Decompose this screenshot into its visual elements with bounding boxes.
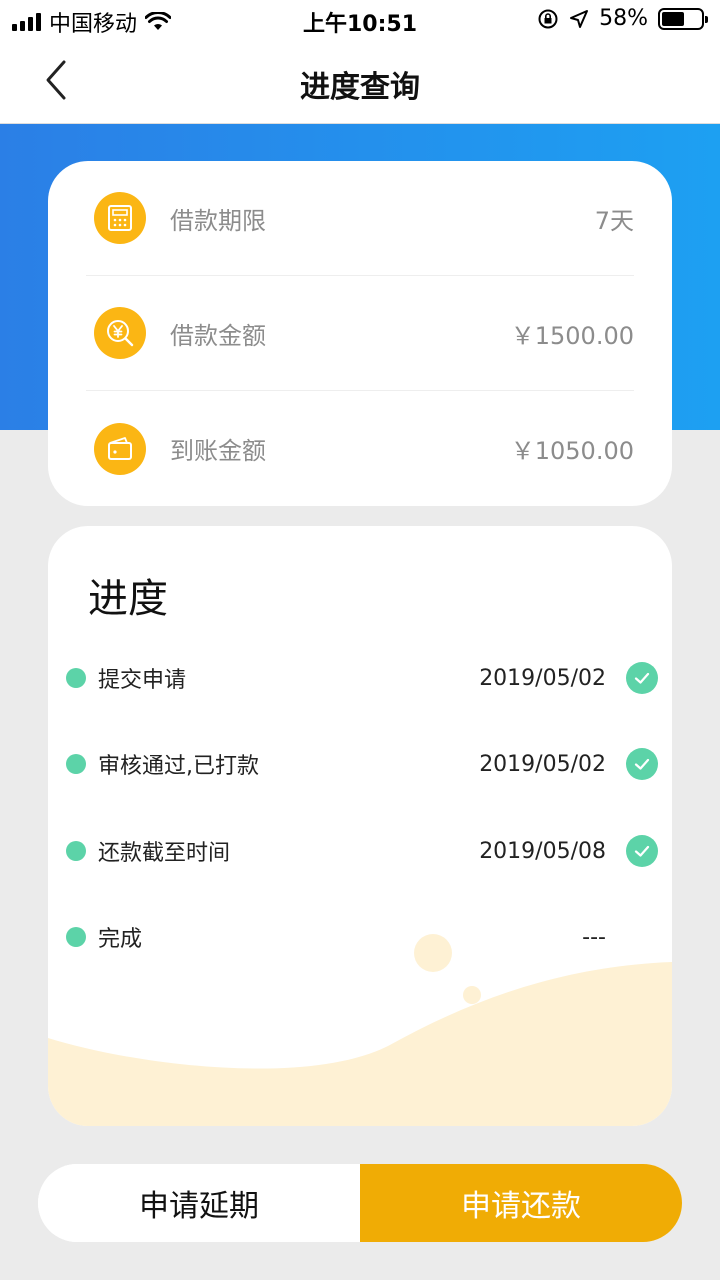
received-amount-value: ￥1050.00 [510, 437, 634, 465]
battery-percent: 58% [599, 6, 648, 31]
loan-info-card: 借款期限 7天 借款金额 ￥1500.00 到账金额 ￥1050.00 [48, 161, 672, 506]
status-right: 58% [537, 6, 708, 31]
step-date: 2019/05/02 [479, 665, 606, 691]
progress-card: 进度 提交申请 2019/05/02 审核通过,已打款 2019/05/02 还… [48, 526, 672, 1126]
step-dot [66, 841, 86, 861]
loan-term-label: 借款期限 [170, 206, 266, 235]
loan-term-value: 7天 [594, 206, 634, 235]
progress-step: 还款截至时间 2019/05/08 [66, 831, 658, 871]
check-icon [626, 835, 658, 867]
progress-step: 完成 --- [66, 917, 658, 957]
step-date: 2019/05/08 [479, 838, 606, 864]
loan-term-row: 借款期限 7天 [86, 161, 634, 276]
bottom-action-bar: 申请延期 申请还款 [38, 1164, 682, 1242]
calculator-icon [94, 192, 146, 244]
step-dot [66, 668, 86, 688]
yen-search-icon [94, 307, 146, 359]
received-amount-label: 到账金额 [170, 437, 266, 465]
apply-repayment-button[interactable]: 申请还款 [360, 1164, 682, 1242]
step-date: 2019/05/02 [479, 751, 606, 777]
step-label: 完成 [98, 927, 143, 952]
step-label: 审核通过,已打款 [98, 754, 259, 779]
check-icon [626, 662, 658, 694]
page-title: 进度查询 [300, 70, 420, 105]
step-dot [66, 927, 86, 947]
rotation-lock-icon [538, 9, 558, 28]
wallet-icon [94, 422, 146, 475]
status-bar: 中国移动 上午10:51 58% [0, 0, 720, 40]
step-label: 还款截至时间 [98, 841, 231, 866]
step-label: 提交申请 [98, 668, 187, 693]
progress-step: 提交申请 2019/05/02 [66, 658, 658, 698]
step-date: --- [582, 924, 606, 950]
received-amount-row: 到账金额 ￥1050.00 [86, 391, 634, 506]
progress-title: 进度 [88, 576, 168, 622]
apply-extension-button[interactable]: 申请延期 [38, 1164, 360, 1242]
battery-icon [658, 7, 708, 30]
loan-amount-label: 借款金额 [170, 321, 266, 350]
progress-step: 审核通过,已打款 2019/05/02 [66, 744, 658, 784]
check-icon [626, 748, 658, 780]
loan-amount-row: 借款金额 ￥1500.00 [86, 276, 634, 391]
location-icon [570, 9, 589, 28]
step-dot [66, 754, 86, 774]
loan-amount-value: ￥1500.00 [510, 321, 634, 350]
pending-check-placeholder [626, 921, 658, 953]
nav-bar: 进度查询 [0, 40, 720, 124]
